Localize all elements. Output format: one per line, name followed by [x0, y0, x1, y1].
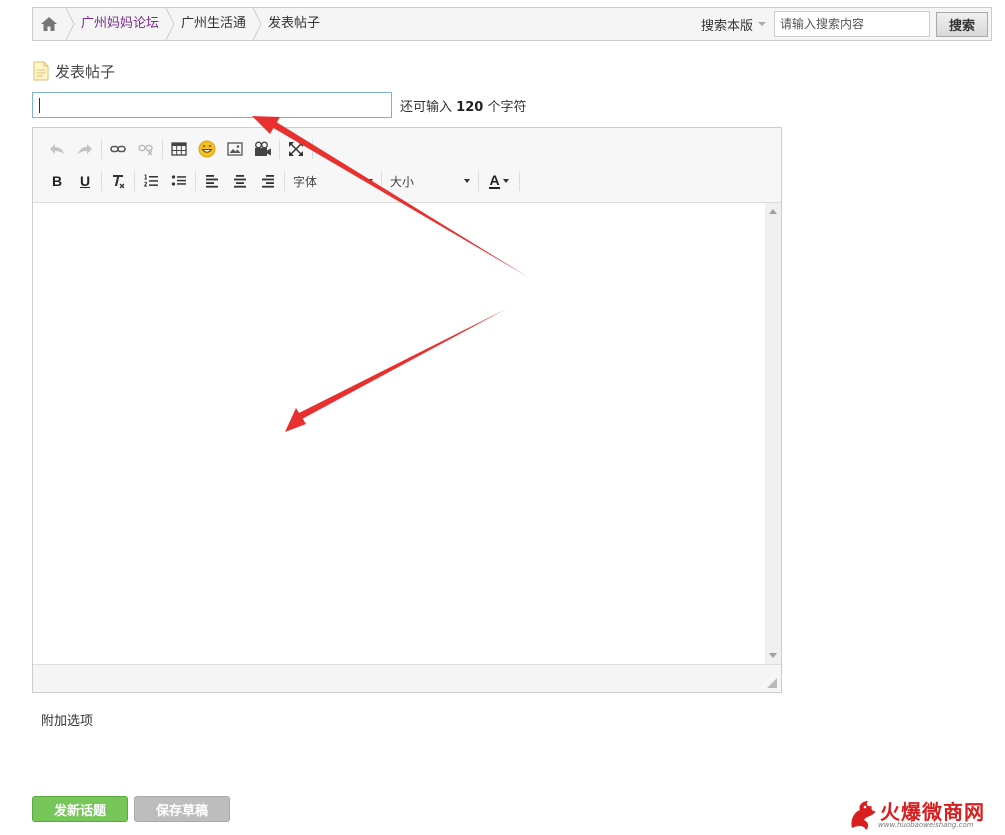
search-scope-label: 搜索本版	[700, 18, 753, 34]
toolbar-divider	[284, 171, 285, 191]
bold-label: B	[51, 173, 63, 189]
char-hint-prefix: 还可输入	[400, 100, 453, 115]
rich-text-editor: B U 字体 大小 A	[32, 127, 782, 693]
fullscreen-icon[interactable]	[282, 136, 310, 162]
font-family-label: 字体	[293, 174, 318, 189]
unordered-list-icon[interactable]	[165, 168, 193, 194]
watermark-logo: 火爆微商网 www.huobaoweishang.com	[848, 796, 996, 832]
toolbar-divider	[134, 171, 135, 191]
breadcrumb-bar: 广州妈妈论坛 广州生活通 发表帖子 搜索本版 搜索	[32, 7, 992, 41]
breadcrumb: 广州妈妈论坛 广州生活通 发表帖子	[33, 8, 326, 40]
page-title: 发表帖子	[32, 60, 115, 82]
editor-toolbar: B U 字体 大小 A	[33, 128, 781, 203]
char-count-hint: 还可输入 120 个字符	[400, 96, 526, 115]
toolbar-divider	[381, 171, 382, 191]
font-size-label: 大小	[390, 174, 415, 189]
search-scope-select[interactable]: 搜索本版	[701, 15, 766, 34]
video-icon[interactable]	[249, 136, 277, 162]
table-icon[interactable]	[165, 136, 193, 162]
toolbar-divider	[195, 171, 196, 191]
dragon-logo-icon	[851, 801, 876, 830]
search-input[interactable]	[774, 11, 930, 37]
save-draft-button[interactable]: 保存草稿	[134, 796, 230, 822]
bold-icon[interactable]: B	[43, 168, 71, 194]
font-color-icon[interactable]: A	[481, 168, 517, 194]
chevron-down-icon	[367, 179, 373, 183]
editor-statusbar	[33, 664, 781, 692]
post-topic-button[interactable]: 发新话题	[32, 796, 128, 822]
toolbar-divider	[478, 171, 479, 191]
unlink-icon[interactable]	[132, 136, 160, 162]
document-icon	[33, 61, 49, 81]
text-cursor	[39, 98, 40, 113]
font-color-label: A	[489, 172, 500, 189]
search-button[interactable]: 搜索	[936, 11, 988, 37]
resize-grip-icon[interactable]	[767, 678, 777, 688]
char-remaining-count: 120	[456, 100, 484, 115]
chevron-down-icon	[464, 179, 470, 183]
breadcrumb-separator-icon	[65, 8, 75, 40]
search-area: 搜索本版 搜索	[701, 11, 988, 37]
font-size-select[interactable]: 大小	[384, 170, 476, 192]
home-icon[interactable]	[33, 8, 65, 40]
toolbar-row-2: B U 字体 大小 A	[43, 168, 522, 194]
toolbar-divider	[101, 171, 102, 191]
redo-icon[interactable]	[71, 136, 99, 162]
toolbar-divider	[519, 171, 520, 191]
clear-format-icon[interactable]	[104, 168, 132, 194]
font-family-select[interactable]: 字体	[287, 170, 379, 192]
editor-content-area[interactable]	[33, 203, 765, 664]
breadcrumb-forum-link[interactable]: 广州妈妈论坛	[75, 8, 165, 40]
scroll-down-icon[interactable]	[769, 653, 777, 658]
ordered-list-icon[interactable]	[137, 168, 165, 194]
align-center-icon[interactable]	[226, 168, 254, 194]
undo-icon[interactable]	[43, 136, 71, 162]
image-icon[interactable]	[221, 136, 249, 162]
chevron-down-icon	[502, 179, 509, 183]
scroll-up-icon[interactable]	[769, 209, 777, 214]
chevron-down-icon	[758, 22, 766, 26]
toolbar-row-1	[43, 136, 315, 162]
char-hint-suffix: 个字符	[487, 100, 527, 115]
align-right-icon[interactable]	[254, 168, 282, 194]
editor-scrollbar[interactable]	[765, 203, 781, 664]
breadcrumb-board-link[interactable]: 广州生活通	[175, 8, 252, 40]
align-left-icon[interactable]	[198, 168, 226, 194]
breadcrumb-current: 发表帖子	[268, 16, 321, 31]
subject-input[interactable]	[32, 92, 392, 118]
extra-options-toggle[interactable]: 附加选项	[41, 710, 93, 729]
toolbar-divider	[279, 139, 280, 159]
toolbar-divider	[312, 139, 313, 159]
breadcrumb-separator-icon	[252, 8, 262, 40]
toolbar-divider	[101, 139, 102, 159]
underline-icon[interactable]: U	[71, 168, 99, 194]
underline-label: U	[79, 173, 91, 189]
watermark-url: www.huobaoweishang.com	[878, 821, 974, 829]
breadcrumb-separator-icon	[165, 8, 175, 40]
page-title-text: 发表帖子	[55, 62, 116, 81]
link-icon[interactable]	[104, 136, 132, 162]
emoji-icon[interactable]	[193, 136, 221, 162]
toolbar-divider	[162, 139, 163, 159]
